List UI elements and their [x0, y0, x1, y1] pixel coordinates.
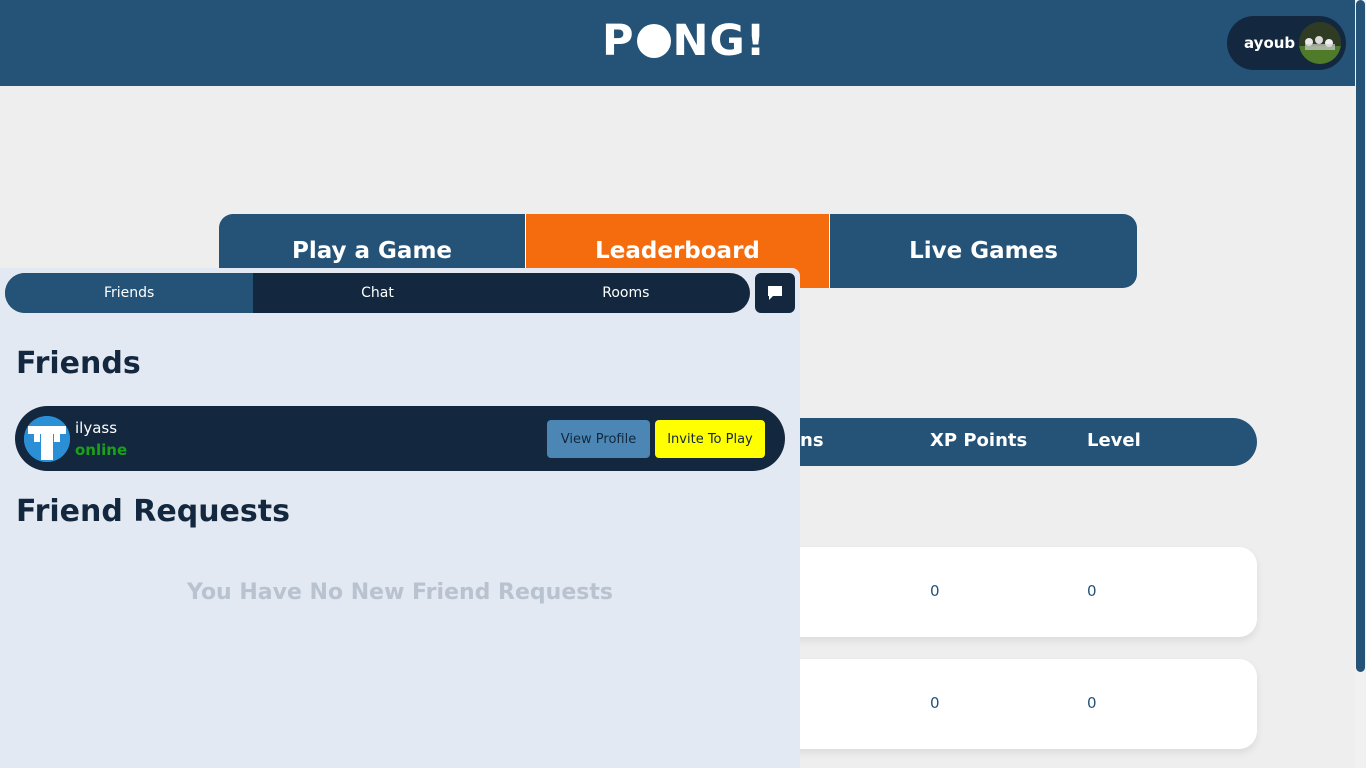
logo-text-left: P [602, 16, 635, 66]
message-icon [768, 286, 782, 300]
user-avatar [1299, 22, 1341, 64]
panel-tab-rooms[interactable]: Rooms [502, 273, 750, 313]
wins-column-header: ns [800, 430, 824, 451]
user-menu[interactable]: ayoub [1227, 16, 1346, 70]
pong-logo[interactable]: P NG! [602, 16, 766, 66]
friend-status: online [75, 441, 128, 459]
panel-tabs: Friends Chat Rooms [5, 273, 750, 313]
xp-value: 0 [930, 582, 940, 600]
page-scrollbar[interactable] [1355, 0, 1366, 768]
toggle-chat-button[interactable] [755, 273, 795, 313]
view-profile-button[interactable]: View Profile [547, 420, 650, 458]
friend-avatar [24, 416, 70, 462]
panel-tab-friends[interactable]: Friends [5, 273, 254, 313]
logo-text-right: NG! [672, 16, 767, 66]
scrollbar-thumb[interactable] [1356, 0, 1365, 672]
level-column-header: Level [1087, 430, 1141, 451]
friend-name: ilyass [75, 419, 118, 437]
level-value: 0 [1087, 694, 1097, 712]
level-value: 0 [1087, 582, 1097, 600]
xp-value: 0 [930, 694, 940, 712]
xp-column-header: XP Points [930, 430, 1028, 451]
social-panel: Friends Chat Rooms Friends ilyass online… [0, 268, 800, 768]
friend-card: ilyass online View Profile Invite To Pla… [15, 406, 785, 471]
friends-heading: Friends [16, 346, 141, 381]
panel-tab-chat[interactable]: Chat [253, 273, 501, 313]
invite-to-play-button[interactable]: Invite To Play [655, 420, 765, 458]
no-requests-message: You Have No New Friend Requests [187, 580, 613, 605]
friend-requests-heading: Friend Requests [16, 494, 290, 529]
username: ayoub [1244, 34, 1296, 52]
tab-live-games[interactable]: Live Games [830, 214, 1137, 288]
top-navbar: P NG! ayoub [0, 0, 1366, 86]
logo-ball-icon [636, 24, 671, 58]
